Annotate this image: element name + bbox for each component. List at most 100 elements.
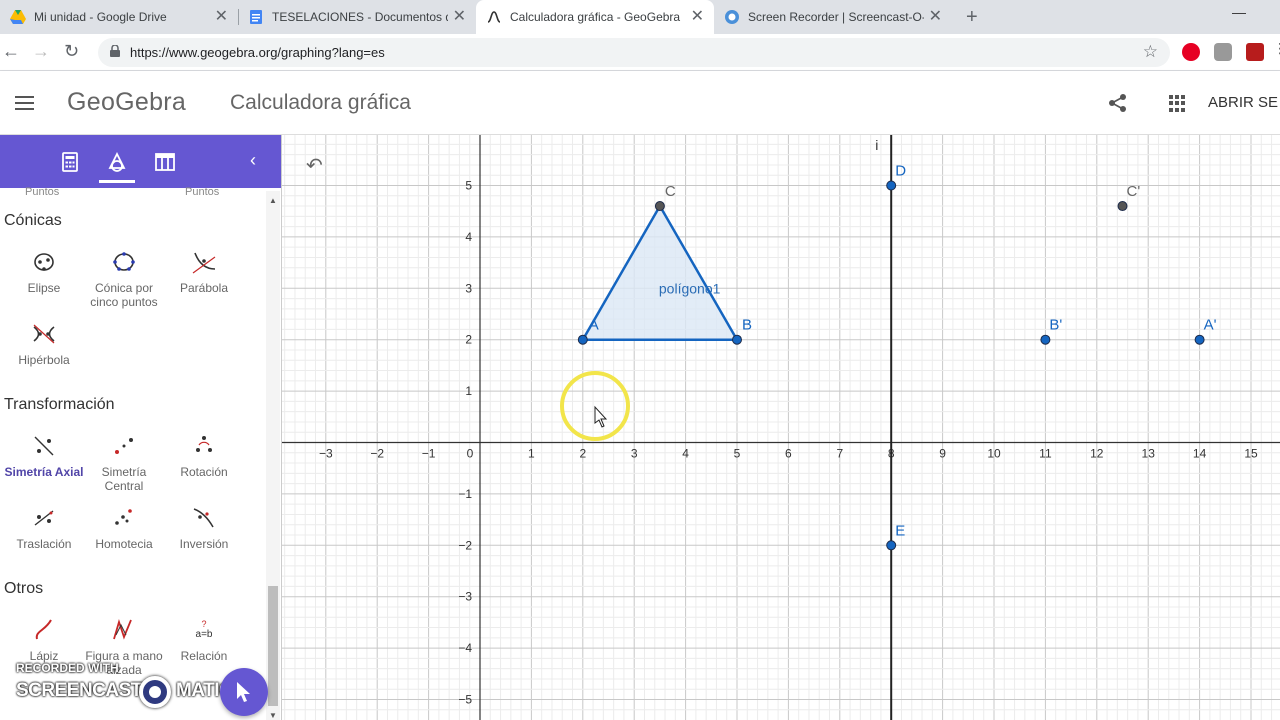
screencast-icon [724,9,740,25]
y-tick-label: −1 [458,487,472,501]
y-tick-label: 4 [465,230,472,244]
x-tick-label: 5 [734,447,741,461]
x-tick-label: −3 [319,447,333,461]
watermark-recorded-with: RECORDED WITH [16,661,119,675]
point-C[interactable] [654,201,665,212]
relation-icon: ?a=b [196,619,213,640]
y-tick-label: −4 [458,641,472,655]
table-icon[interactable] [155,152,175,172]
hamburger-menu-icon[interactable] [15,96,34,110]
lock-icon [110,45,120,57]
point-label: A [589,317,599,334]
parabola-icon [192,252,216,274]
tool-rotation[interactable]: Rotación [164,433,244,479]
new-tab-icon[interactable]: + [966,6,978,29]
scrollbar-thumb[interactable] [268,586,278,706]
tool-axial-symmetry[interactable]: Simetría Axial [4,433,84,479]
tool-homothety[interactable]: Homotecia [84,505,164,551]
y-tick-label: −2 [458,538,472,552]
tool-central-symmetry[interactable]: Simetría Central [84,433,164,493]
ellipse-icon [34,253,54,271]
cursor-highlight [560,371,630,441]
point-label: C' [1127,183,1141,200]
point-C-prime[interactable] [1117,201,1128,212]
address-bar-row: ← → ↻ https://www.geogebra.org/graphing?… [0,34,1280,71]
minimize-icon[interactable]: — [1232,4,1246,20]
skype-icon[interactable] [1214,43,1232,61]
geogebra-logo[interactable]: GeoGebra [67,88,186,117]
line-label: i [875,137,878,153]
y-tick-label: 3 [465,281,472,295]
inversion-icon [193,508,214,528]
signin-button[interactable]: ABRIR SE [1208,94,1278,111]
screencast-logo-icon [139,676,171,708]
tab-docs[interactable]: TESELACIONES - Documentos de ✕ [238,0,476,34]
tool-translation[interactable]: Traslación [4,505,84,551]
scroll-down-icon[interactable]: ▼ [269,711,277,720]
tool-hyperbola[interactable]: Hipérbola [4,321,84,367]
graphics-view[interactable]: −3−2−1012345678910111213141554321−1−2−3−… [282,135,1280,720]
tool-label: Elipse [27,281,61,295]
tab-title: Screen Recorder | Screencast-O-M [748,10,924,24]
tab-geogebra[interactable]: Calculadora gráfica - GeoGebra ✕ [476,0,714,34]
tool-ellipse[interactable]: Elipse [4,249,84,295]
tool-inversion[interactable]: Inversión [164,505,244,551]
back-arrow-icon[interactable]: ← [2,41,20,62]
point-B[interactable] [732,334,742,345]
point-D[interactable] [886,180,897,191]
coordinate-plane[interactable]: −3−2−1012345678910111213141554321−1−2−3−… [282,135,1280,720]
panel-toolbar: ‹ [0,135,281,188]
rotation-icon [196,436,212,452]
x-tick-label: 3 [631,447,638,461]
forward-arrow-icon[interactable]: → [32,41,50,62]
apps-grid-icon[interactable] [1169,95,1186,112]
polygon-1[interactable] [581,204,739,341]
reload-icon[interactable]: ↻ [64,41,79,62]
close-icon[interactable]: ✕ [929,9,942,25]
tab-google-drive[interactable]: Mi unidad - Google Drive ✕ [0,0,238,34]
point-E[interactable] [886,540,897,551]
close-icon[interactable]: ✕ [215,9,228,25]
panel-scrollbar[interactable]: ▲ ▼ [266,191,280,720]
close-icon[interactable]: ✕ [453,9,466,25]
close-icon[interactable]: ✕ [691,9,704,25]
active-tab-indicator [99,180,135,183]
section-title-other: Otros [4,580,44,597]
share-icon[interactable] [1108,93,1128,113]
move-tool-button[interactable] [220,668,268,716]
point-A[interactable] [577,334,588,345]
tool-pencil[interactable]: Lápiz [4,617,84,663]
polygon-label: polígono1 [659,280,721,296]
tools-icon[interactable] [107,152,127,172]
point-A-prime[interactable] [1194,334,1205,345]
undo-icon[interactable]: ↶ [306,153,323,178]
x-tick-label: −1 [422,447,436,461]
calculator-icon[interactable] [60,152,80,172]
tab-screencast[interactable]: Screen Recorder | Screencast-O-M ✕ [714,0,952,34]
tool-parabola[interactable]: Parábola [164,249,244,295]
menu-dots-icon[interactable]: ⋮ [1273,40,1280,58]
section-title-transform: Transformación [4,396,115,413]
svg-text:?: ? [201,619,206,629]
url-field[interactable]: https://www.geogebra.org/graphing?lang=e… [98,38,1170,67]
pinterest-icon[interactable] [1182,43,1200,61]
extension-icon[interactable] [1246,43,1264,61]
svg-text:a=b: a=b [196,629,213,640]
docs-icon [248,9,264,25]
point-B-prime[interactable] [1040,334,1051,345]
geogebra-icon [486,9,502,25]
collapse-panel-icon[interactable]: ‹ [250,150,256,171]
x-tick-label: 10 [987,447,1001,461]
hyperbola-icon [33,324,55,344]
bookmark-star-icon[interactable]: ☆ [1143,42,1158,62]
drive-icon [10,9,26,25]
point-label: D [895,163,906,180]
tool-label: Homotecia [95,537,153,551]
x-tick-label: 6 [785,447,792,461]
scroll-up-icon[interactable]: ▲ [269,196,277,205]
tool-label: Simetría Axial [4,465,84,479]
x-tick-label: −2 [370,447,384,461]
tool-relation[interactable]: ? a=b Relación [164,617,244,663]
tab-title: Mi unidad - Google Drive [34,10,167,24]
tool-conic-five-points[interactable]: Cónica por cinco puntos [84,249,164,309]
